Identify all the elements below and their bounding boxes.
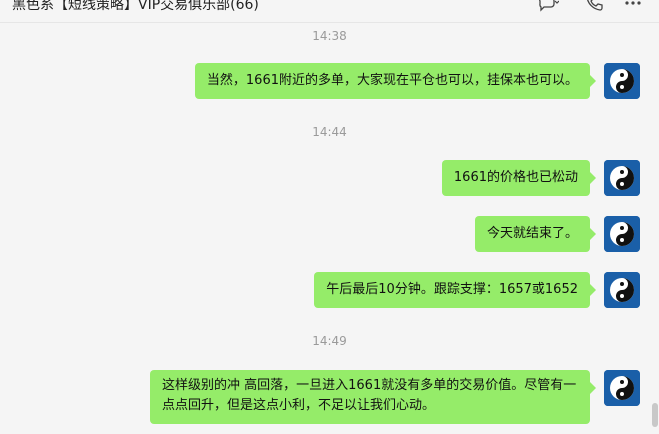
scrollbar[interactable] <box>651 22 659 434</box>
message-item: 午后最后10分钟。跟踪支撑：1657或1652 <box>280 272 640 308</box>
avatar[interactable] <box>604 63 640 99</box>
avatar[interactable] <box>604 160 640 196</box>
message-bubble[interactable]: 这样级别的冲 高回落，一旦进入1661就没有多单的交易价值。尽管有一点点回升，但… <box>150 370 596 424</box>
message-bubble[interactable]: 当然，1661附近的多单，大家现在平仓也可以，挂保本也可以。 <box>194 63 597 99</box>
message-item: 这样级别的冲 高回落，一旦进入1661就没有多单的交易价值。尽管有一点点回升，但… <box>150 370 640 426</box>
more-icon[interactable] <box>622 0 644 12</box>
message-item: 1661的价格也已松动 <box>400 160 640 196</box>
timestamp: 14:44 <box>312 125 347 139</box>
timestamp: 14:38 <box>312 29 347 43</box>
message-bubble[interactable]: 午后最后10分钟。跟踪支撑：1657或1652 <box>314 272 596 308</box>
message-bubble[interactable]: 1661的价格也已松动 <box>441 160 597 196</box>
avatar[interactable] <box>604 370 640 406</box>
chat-title: 黑色系【短线策略】VIP交易俱乐部(66) <box>12 0 259 13</box>
message-item: 今天就结束了。 <box>440 216 640 252</box>
scrollbar-thumb[interactable] <box>652 403 658 427</box>
message-item: 当然，1661附近的多单，大家现在平仓也可以，挂保本也可以。 <box>170 63 640 99</box>
title-bar: 黑色系【短线策略】VIP交易俱乐部(66) <box>0 0 659 23</box>
phone-icon[interactable] <box>583 0 605 12</box>
message-bubble[interactable]: 今天就结束了。 <box>474 216 597 252</box>
avatar[interactable] <box>604 216 640 252</box>
chat-bubble-icon[interactable] <box>537 0 560 12</box>
avatar[interactable] <box>604 272 640 308</box>
timestamp: 14:49 <box>312 334 347 348</box>
